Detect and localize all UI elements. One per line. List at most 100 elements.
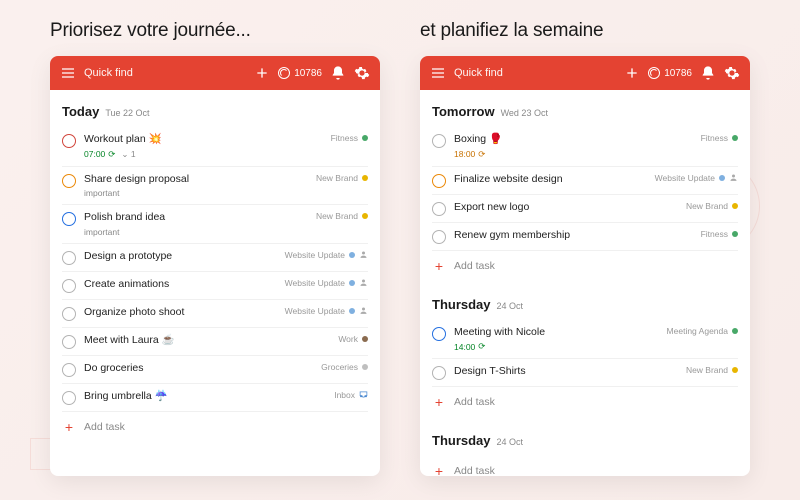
section-header: Tomorrow Wed 23 Oct: [432, 104, 738, 119]
task-checkbox[interactable]: [62, 307, 76, 321]
plus-icon: +: [432, 395, 446, 409]
quick-add-icon[interactable]: [624, 65, 640, 81]
topbar: Quick find 10786: [420, 56, 750, 90]
task-checkbox[interactable]: [62, 251, 76, 265]
project-label: Work: [338, 334, 358, 344]
task-row[interactable]: Renew gym membership Fitness: [432, 223, 738, 251]
task-project: New Brand: [316, 173, 368, 183]
section-title: Thursday: [432, 433, 491, 448]
task-row[interactable]: Boxing 🥊 18:00⟳ Fitness: [432, 127, 738, 167]
task-checkbox[interactable]: [432, 202, 446, 216]
app-window-right: Quick find 10786 Tomorrow Wed 23 Oct Boxin…: [420, 56, 750, 476]
task-row[interactable]: Design T-ShirtsNew Brand: [432, 359, 738, 387]
bell-icon[interactable]: [330, 65, 346, 81]
search-input[interactable]: Quick find: [84, 67, 133, 79]
task-row[interactable]: Export new logo New Brand: [432, 195, 738, 223]
task-title: Renew gym membership: [454, 229, 693, 243]
task-checkbox[interactable]: [432, 134, 446, 148]
task-title: Do groceries: [84, 362, 313, 376]
project-color-dot: [732, 203, 738, 209]
task-checkbox[interactable]: [62, 174, 76, 188]
task-meta: 18:00⟳: [454, 149, 693, 160]
task-title: Organize photo shoot: [84, 306, 277, 320]
add-task-button[interactable]: +Add task: [62, 412, 368, 444]
task-row[interactable]: Organize photo shootWebsite Update: [62, 300, 368, 328]
task-row[interactable]: Meet with Laura ☕Work: [62, 328, 368, 356]
project-label: Fitness: [701, 133, 728, 143]
add-task-button[interactable]: + Add task: [432, 251, 738, 283]
project-label: Website Update: [655, 173, 715, 183]
task-checkbox[interactable]: [432, 366, 446, 380]
task-project: Groceries: [321, 362, 368, 372]
project-label: Inbox: [334, 390, 355, 400]
add-task-label: Add task: [454, 260, 495, 272]
section-date: Wed 23 Oct: [501, 108, 548, 118]
task-title: Design T-Shirts: [454, 365, 678, 379]
task-project: Fitness: [701, 229, 738, 239]
project-label: Fitness: [701, 229, 728, 239]
task-checkbox[interactable]: [62, 335, 76, 349]
task-row[interactable]: Bring umbrella ☔ Inbox: [62, 384, 368, 412]
task-title: Export new logo: [454, 201, 678, 215]
task-row[interactable]: Polish brand ideaimportantNew Brand: [62, 205, 368, 244]
section-title: Thursday: [432, 297, 491, 312]
task-time: 14:00⟳: [454, 341, 485, 352]
search-input[interactable]: Quick find: [454, 67, 503, 79]
task-checkbox[interactable]: [432, 327, 446, 341]
task-meta: important: [84, 227, 308, 237]
task-title: Boxing 🥊: [454, 133, 693, 147]
project-color-dot: [362, 213, 368, 219]
task-row[interactable]: Do groceries Groceries: [62, 356, 368, 384]
plus-icon: +: [432, 259, 446, 273]
task-title: Bring umbrella ☔: [84, 390, 326, 404]
task-row[interactable]: Share design proposalimportantNew Brand: [62, 167, 368, 206]
task-project: Inbox: [334, 390, 368, 401]
add-task-button[interactable]: +Add task: [432, 456, 738, 476]
add-task-label: Add task: [454, 396, 495, 408]
project-color-dot: [349, 308, 355, 314]
bell-icon[interactable]: [700, 65, 716, 81]
task-checkbox[interactable]: [62, 363, 76, 377]
project-label: Groceries: [321, 362, 358, 372]
subtask-count: ⌄ 1: [121, 149, 135, 160]
add-task-label: Add task: [84, 421, 125, 433]
section-title: Tomorrow: [432, 104, 495, 119]
headline-right: et planifiez la semaine: [420, 20, 750, 42]
task-project: Website Update: [285, 250, 368, 261]
karma-icon: [648, 67, 660, 79]
task-row[interactable]: Design a prototypeWebsite Update: [62, 244, 368, 272]
task-checkbox[interactable]: [62, 212, 76, 226]
task-meta: 14:00⟳: [454, 341, 659, 352]
task-checkbox[interactable]: [432, 230, 446, 244]
project-label: New Brand: [316, 211, 358, 221]
task-row[interactable]: Workout plan 💥07:00⟳⌄ 1Fitness: [62, 127, 368, 167]
karma-counter[interactable]: 10786: [648, 67, 692, 79]
task-row[interactable]: Create animationsWebsite Update: [62, 272, 368, 300]
task-checkbox[interactable]: [62, 134, 76, 148]
karma-counter[interactable]: 10786: [278, 67, 322, 79]
task-row[interactable]: Meeting with Nicole14:00⟳ Meeting Agenda: [432, 320, 738, 360]
gear-icon[interactable]: [354, 65, 370, 81]
section-title: Today: [62, 104, 99, 119]
section-date: Tue 22 Oct: [105, 108, 149, 118]
add-task-button[interactable]: + Add task: [432, 387, 738, 419]
task-project: Meeting Agenda: [667, 326, 738, 336]
quick-add-icon[interactable]: [254, 65, 270, 81]
task-title: Workout plan 💥: [84, 133, 323, 147]
menu-icon[interactable]: [430, 65, 446, 81]
task-title: Meeting with Nicole: [454, 326, 659, 340]
task-checkbox[interactable]: [62, 279, 76, 293]
task-project: New Brand: [686, 201, 738, 211]
project-color-dot: [362, 175, 368, 181]
task-row[interactable]: Finalize website designWebsite Update: [432, 167, 738, 195]
recurring-icon: ⟳: [478, 149, 485, 160]
gear-icon[interactable]: [724, 65, 740, 81]
task-title: Create animations: [84, 278, 277, 292]
task-checkbox[interactable]: [62, 391, 76, 405]
task-checkbox[interactable]: [432, 174, 446, 188]
menu-icon[interactable]: [60, 65, 76, 81]
plus-icon: +: [432, 464, 446, 476]
inbox-icon: [359, 390, 368, 401]
project-label: Fitness: [331, 133, 358, 143]
section-date: 24 Oct: [497, 301, 524, 311]
